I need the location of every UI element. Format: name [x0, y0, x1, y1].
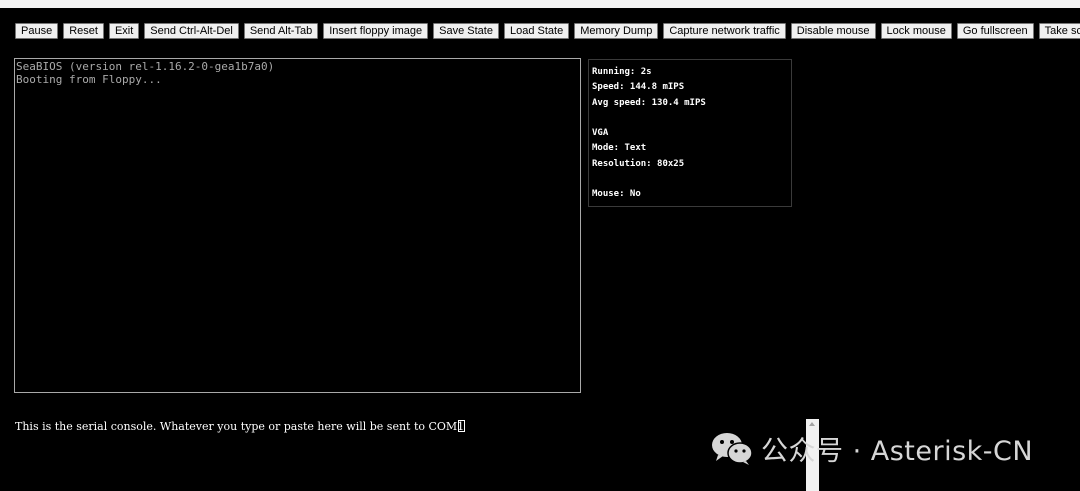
send-alt-tab-button[interactable]: Send Alt-Tab [243, 23, 319, 39]
mouse-status: Mouse: No [592, 189, 641, 200]
wechat-logo-icon [712, 433, 753, 465]
scroll-up-arrow-icon[interactable] [809, 422, 815, 426]
load-state-button[interactable]: Load State [503, 23, 570, 39]
text-caret [458, 420, 466, 432]
running-time: Running: 2s [592, 67, 652, 77]
vga-mode: Mode: Text [592, 143, 647, 154]
avg-speed-readout: Avg speed: 130.4 mIPS [592, 97, 706, 108]
save-state-button[interactable]: Save State [433, 23, 499, 39]
speed-readout: Speed: 144.8 mIPS [592, 82, 685, 93]
bios-version-line: SeaBIOS (version rel-1.16.2-0-gea1b7a0) [16, 60, 275, 73]
capture-network-traffic-button[interactable]: Capture network traffic [663, 23, 786, 39]
vga-resolution: Resolution: 80x25 [592, 158, 685, 169]
memory-dump-button[interactable]: Memory Dump [574, 23, 659, 39]
take-screenshot-button[interactable]: Take screenshot [1038, 23, 1080, 39]
serial-console-text: This is the serial console. Whatever you… [15, 420, 465, 433]
pause-button[interactable]: Pause [15, 23, 59, 39]
vga-heading: VGA [592, 128, 609, 139]
runtime-info-panel: Running: 2s Speed: 144.8 mIPS Avg speed:… [588, 59, 792, 207]
send-ctrl-alt-del-button[interactable]: Send Ctrl-Alt-Del [144, 23, 239, 39]
insert-floppy-image-button[interactable]: Insert floppy image [323, 23, 429, 39]
emulator-toolbar: Pause Reset Exit Send Ctrl-Alt-Del Send … [15, 23, 1080, 39]
disable-mouse-button[interactable]: Disable mouse [790, 23, 876, 39]
serial-console[interactable]: This is the serial console. Whatever you… [14, 419, 806, 491]
watermark: 公众号 · Asterisk-CN [711, 428, 1033, 468]
window-top-edge [0, 0, 1080, 8]
lock-mouse-button[interactable]: Lock mouse [880, 23, 952, 39]
reset-button[interactable]: Reset [63, 23, 104, 39]
vm-screen[interactable]: SeaBIOS (version rel-1.16.2-0-gea1b7a0) … [14, 58, 581, 393]
go-fullscreen-button[interactable]: Go fullscreen [956, 23, 1034, 39]
boot-status-line: Booting from Floppy... [16, 73, 162, 86]
exit-button[interactable]: Exit [108, 23, 140, 39]
watermark-text: 公众号 · Asterisk-CN [761, 435, 1034, 467]
